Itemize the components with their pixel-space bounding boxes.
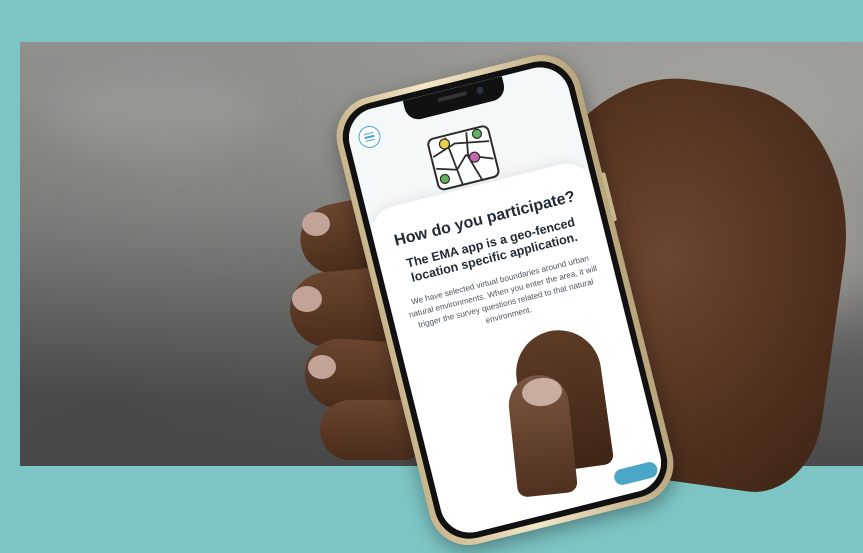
next-button[interactable] <box>612 460 660 487</box>
speaker <box>437 91 468 103</box>
fingernail <box>302 212 330 236</box>
background-blur <box>50 72 270 152</box>
fingernail <box>308 355 336 379</box>
fingernail <box>292 286 322 312</box>
front-camera <box>475 86 485 95</box>
